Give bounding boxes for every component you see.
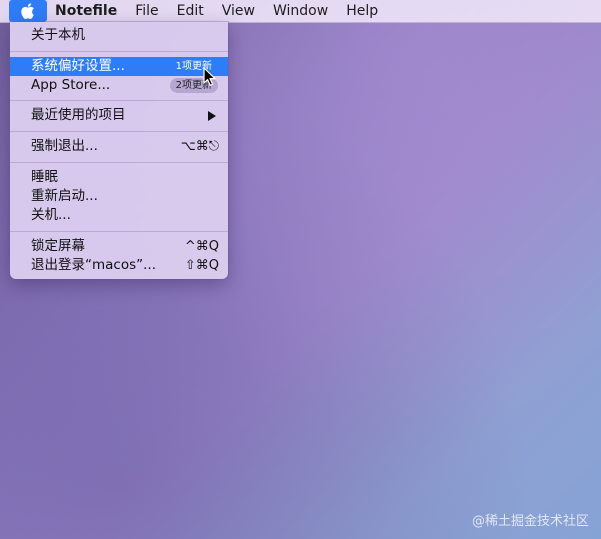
apple-icon [21, 3, 34, 19]
menu-separator [10, 231, 228, 232]
submenu-arrow-icon [208, 111, 216, 121]
menu-separator [10, 162, 228, 163]
keyboard-shortcut: ^⌘Q [184, 239, 219, 254]
mouse-pointer-icon [203, 67, 216, 86]
menubar-help[interactable]: Help [337, 0, 387, 22]
menu-item-force-quit[interactable]: 强制退出... ⌥⌘⎋ [10, 137, 228, 156]
menu-item-label: App Store... [31, 77, 111, 93]
menubar-view[interactable]: View [213, 0, 264, 22]
menu-item-about[interactable]: 关于本机 [10, 26, 228, 45]
menu-bar: Notefile File Edit View Window Help [0, 0, 601, 23]
menu-item-label: 锁定屏幕 [31, 238, 85, 254]
menu-item-lock-screen[interactable]: 锁定屏幕 ^⌘Q [10, 237, 228, 256]
menu-item-label: 系统偏好设置... [31, 58, 125, 74]
menu-item-app-store[interactable]: App Store... 2项更新 [10, 76, 228, 95]
watermark: @稀土掘金技术社区 [472, 510, 589, 529]
menu-separator [10, 100, 228, 101]
keyboard-shortcut: ⌥⌘⎋ [180, 139, 219, 154]
apple-dropdown-menu: 关于本机 系统偏好设置... 1项更新 App Store... 2项更新 最近… [10, 22, 228, 279]
menu-item-label: 关机... [31, 207, 71, 223]
menubar-file[interactable]: File [126, 0, 167, 22]
menu-item-label: 退出登录“macos”... [31, 257, 157, 273]
menubar-app-name[interactable]: Notefile [47, 0, 126, 22]
menu-item-system-preferences[interactable]: 系统偏好设置... 1项更新 [10, 57, 228, 76]
watermark-text: @稀土掘金技术社区 [471, 514, 589, 529]
menu-item-label: 最近使用的项目 [31, 107, 126, 123]
apple-menu-button[interactable] [9, 0, 47, 22]
menubar-edit[interactable]: Edit [168, 0, 213, 22]
menu-item-restart[interactable]: 重新启动... [10, 187, 228, 206]
menu-separator [10, 51, 228, 52]
menu-item-label: 重新启动... [31, 188, 98, 204]
menu-item-recent-items[interactable]: 最近使用的项目 [10, 106, 228, 125]
menu-item-label: 强制退出... [31, 138, 98, 154]
menu-item-label: 关于本机 [31, 27, 85, 43]
menu-item-logout[interactable]: 退出登录“macos”... ⇧⌘Q [10, 256, 228, 275]
menu-item-shutdown[interactable]: 关机... [10, 206, 228, 225]
menubar-window[interactable]: Window [264, 0, 337, 22]
keyboard-shortcut: ⇧⌘Q [184, 258, 219, 273]
menu-item-label: 睡眠 [31, 169, 58, 185]
menu-item-sleep[interactable]: 睡眠 [10, 168, 228, 187]
menu-separator [10, 131, 228, 132]
